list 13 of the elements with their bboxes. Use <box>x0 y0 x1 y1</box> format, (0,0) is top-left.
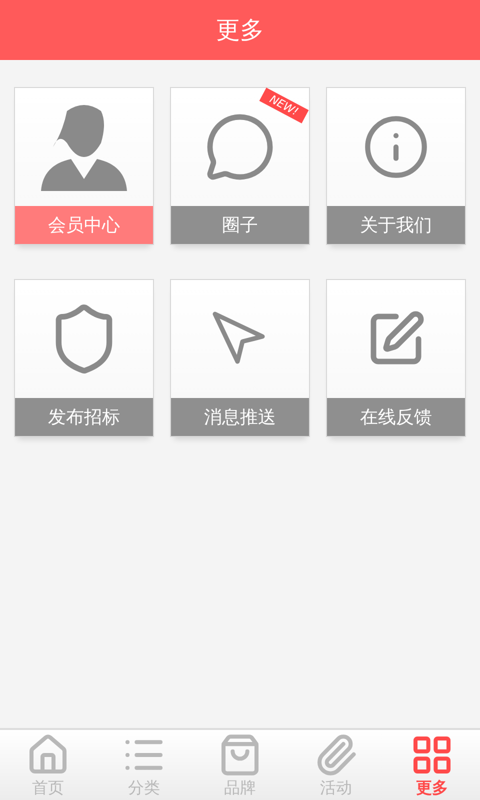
tab-bar-item[interactable]: 活动 <box>288 730 384 800</box>
tab-bar-item[interactable]: 更多 <box>384 730 480 800</box>
menu-tile[interactable]: 关于我们 <box>326 87 466 245</box>
info-icon <box>362 113 430 181</box>
page-title: 更多 <box>216 15 264 46</box>
menu-tile[interactable]: 会员中心 <box>14 87 154 245</box>
menu-tile[interactable]: 消息推送 <box>170 279 310 437</box>
tab-bar-item[interactable]: 首页 <box>0 730 96 800</box>
tab-bar-item[interactable]: 品牌 <box>192 730 288 800</box>
menu-tile[interactable]: 发布招标 <box>14 279 154 437</box>
tab-bar-item[interactable]: 分类 <box>96 730 192 800</box>
person-silhouette-icon <box>41 103 127 191</box>
menu-tile[interactable]: 在线反馈 <box>326 279 466 437</box>
